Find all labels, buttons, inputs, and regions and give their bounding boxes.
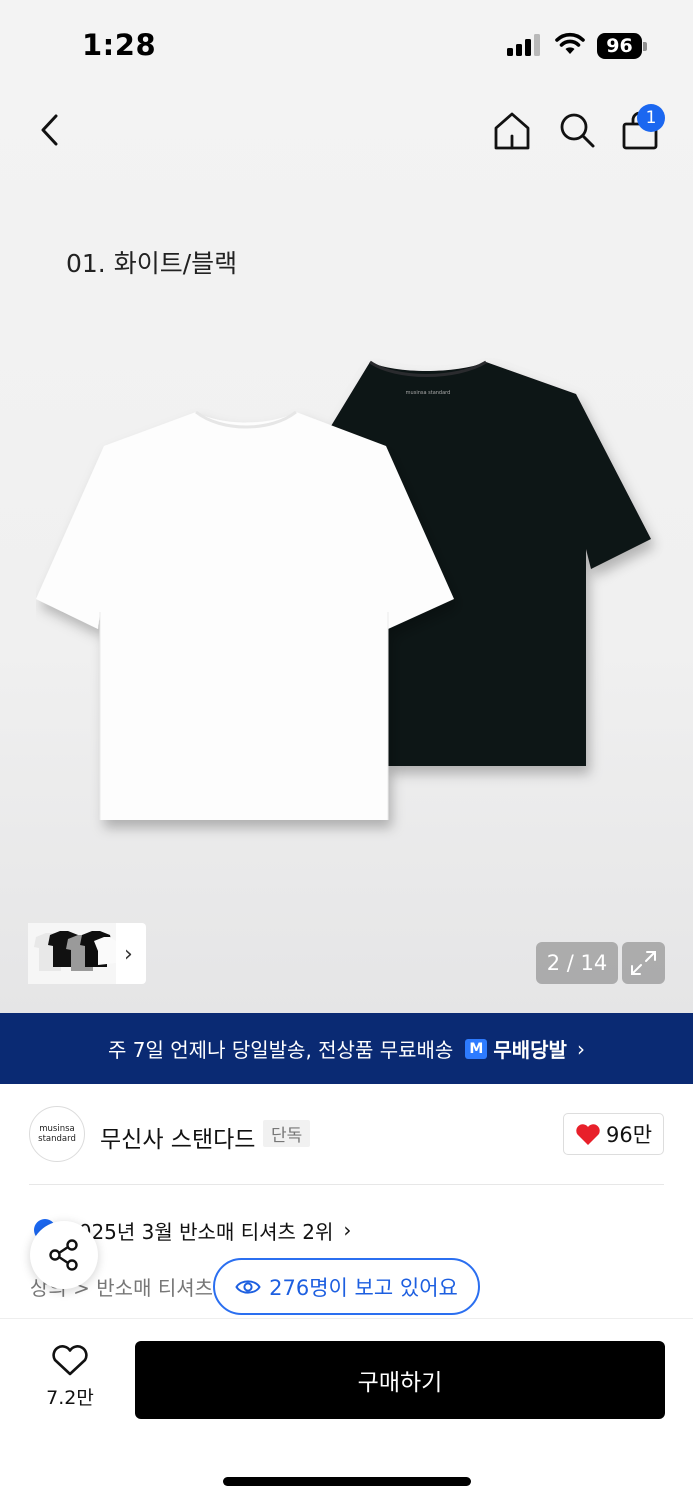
shipping-banner[interactable]: 주 7일 언제나 당일발송, 전상품 무료배송 M 무배당발 ›	[0, 1013, 693, 1084]
brand-like-count: 96만	[605, 1123, 653, 1147]
product-image: musinsa standard	[36, 360, 651, 820]
same-day-badge: M 무배당발	[465, 1034, 567, 1063]
expand-icon[interactable]	[622, 942, 665, 984]
option-caption: 01. 화이트/블랙	[66, 249, 238, 278]
viewers-pill: 276명이 보고 있어요	[213, 1258, 480, 1315]
brand-like-button[interactable]: 96만	[563, 1113, 664, 1155]
cart-count-badge: 1	[637, 104, 665, 132]
exclusive-tag: 단독	[263, 1120, 311, 1147]
buy-button[interactable]: 구매하기	[135, 1341, 665, 1419]
battery-icon: 96	[597, 33, 647, 59]
brand-logo-line1: musinsa	[39, 1124, 75, 1134]
brand-logo-line2: standard	[38, 1134, 76, 1144]
viewers-text: 276명이 보고 있어요	[269, 1275, 458, 1300]
thumbnail-chevron-icon[interactable]: ›	[124, 942, 133, 967]
eye-icon	[235, 1279, 261, 1294]
black-tee-label: musinsa standard	[406, 390, 451, 396]
brand-logo[interactable]: musinsa standard	[29, 1106, 85, 1162]
chevron-right-icon: ›	[343, 1218, 352, 1242]
brand-name[interactable]: 무신사 스탠다드	[100, 1120, 255, 1154]
wishlist-count: 7.2만	[46, 1387, 94, 1409]
wishlist-button[interactable]: 7.2만	[30, 1345, 110, 1415]
thumbnail-image	[28, 923, 116, 984]
back-arrow-icon[interactable]	[30, 108, 70, 152]
home-indicator	[223, 1477, 471, 1486]
heart-outline-icon	[52, 1345, 88, 1376]
search-icon[interactable]	[555, 108, 599, 152]
bottom-action-bar: 7.2만 구매하기	[0, 1318, 693, 1500]
battery-level: 96	[597, 33, 642, 59]
ranking-text: 2025년 3월 반소매 티셔츠 2위	[66, 1219, 334, 1244]
musinsa-m-icon: M	[465, 1038, 488, 1059]
heart-filled-icon	[576, 1123, 600, 1145]
status-bar: 1:28 96	[0, 0, 693, 92]
share-button[interactable]	[30, 1221, 98, 1289]
shipping-text: 주 7일 언제나 당일발송, 전상품 무료배송	[108, 1038, 454, 1062]
divider	[29, 1184, 664, 1185]
product-gallery[interactable]: 1 01. 화이트/블랙 musinsa standard › 2 / 14	[0, 92, 693, 1013]
brand-row: musinsa standard 무신사 스탠다드 단독 96만	[0, 1084, 693, 1184]
chevron-right-icon: ›	[576, 1036, 585, 1061]
cellular-signal-icon	[507, 34, 543, 56]
status-time: 1:28	[82, 28, 157, 62]
same-day-label: 무배당발	[493, 1038, 567, 1062]
wifi-icon	[555, 32, 585, 54]
image-counter: 2 / 14	[536, 942, 618, 984]
home-icon[interactable]	[490, 108, 534, 152]
share-icon	[49, 1239, 78, 1271]
